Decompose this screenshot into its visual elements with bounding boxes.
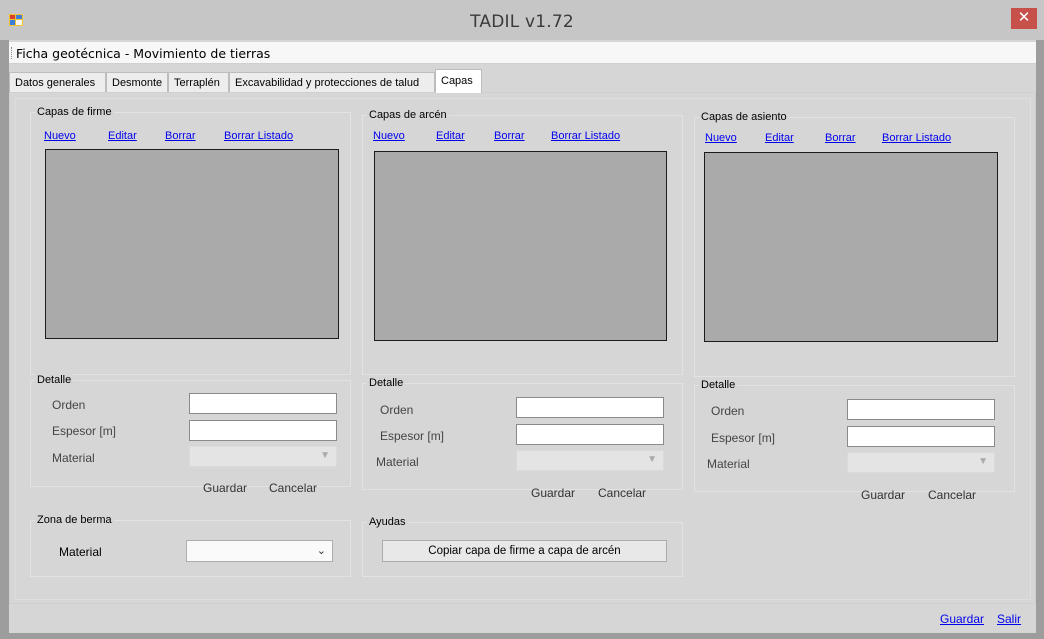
link-nuevo-firme[interactable]: Nuevo	[44, 130, 76, 142]
label-orden-asiento: Orden	[711, 404, 745, 418]
group-title-capas-firme: Capas de firme	[35, 106, 114, 118]
cancelar-button-firme[interactable]: Cancelar	[269, 481, 317, 495]
group-title-ayudas: Ayudas	[367, 516, 408, 528]
input-espesor-firme[interactable]	[189, 420, 337, 441]
chevron-down-icon: ▼	[320, 450, 330, 461]
label-espesor-arcen: Espesor [m]	[380, 429, 445, 443]
link-nuevo-arcen[interactable]: Nuevo	[373, 130, 405, 142]
guardar-button-arcen[interactable]: Guardar	[531, 486, 575, 500]
link-borrar-asiento[interactable]: Borrar	[825, 132, 856, 144]
group-title-detalle-arcen: Detalle	[367, 377, 406, 389]
link-borrar-firme[interactable]: Borrar	[165, 130, 196, 142]
select-material-firme[interactable]: ▼	[189, 446, 337, 467]
tab-desmonte[interactable]: Desmonte	[106, 72, 168, 92]
input-orden-asiento[interactable]	[847, 399, 995, 420]
window-client-area: Ficha geotécnica - Movimiento de tierras…	[9, 40, 1036, 633]
title-bar[interactable]: TADIL v1.72 ✕	[0, 0, 1044, 40]
tab-datos-generales[interactable]: Datos generales	[9, 72, 106, 92]
close-button[interactable]: ✕	[1011, 8, 1037, 29]
group-title-capas-arcen: Capas de arcén	[367, 109, 449, 121]
list-capas-arcen[interactable]	[374, 151, 667, 341]
link-editar-arcen[interactable]: Editar	[436, 130, 465, 142]
select-material-berma[interactable]: ⌄	[186, 540, 333, 562]
link-editar-firme[interactable]: Editar	[108, 130, 137, 142]
group-title-zona-berma: Zona de berma	[35, 514, 114, 526]
link-borrar-listado-firme[interactable]: Borrar Listado	[224, 130, 293, 142]
input-espesor-asiento[interactable]	[847, 426, 995, 447]
menu-item-ficha[interactable]: Ficha geotécnica - Movimiento de tierras	[16, 46, 270, 61]
copy-layer-button[interactable]: Copiar capa de firme a capa de arcén	[382, 540, 667, 562]
link-editar-asiento[interactable]: Editar	[765, 132, 794, 144]
select-material-asiento[interactable]: ▼	[847, 452, 995, 473]
tab-excavabilidad[interactable]: Excavabilidad y protecciones de talud	[229, 72, 435, 92]
label-material-berma: Material	[59, 545, 102, 559]
guardar-button-firme[interactable]: Guardar	[203, 481, 247, 495]
link-borrar-arcen[interactable]: Borrar	[494, 130, 525, 142]
group-title-detalle-asiento: Detalle	[699, 379, 738, 391]
list-capas-asiento[interactable]	[704, 152, 998, 342]
window-title: TADIL v1.72	[470, 12, 574, 32]
menu-grip[interactable]	[11, 47, 13, 59]
link-nuevo-asiento[interactable]: Nuevo	[705, 132, 737, 144]
link-borrar-listado-arcen[interactable]: Borrar Listado	[551, 130, 620, 142]
label-material-firme: Material	[52, 451, 95, 465]
menu-bar: Ficha geotécnica - Movimiento de tierras	[9, 42, 1036, 64]
input-orden-arcen[interactable]	[516, 397, 664, 418]
cancelar-button-asiento[interactable]: Cancelar	[928, 488, 976, 502]
chevron-down-icon: ▼	[647, 454, 657, 465]
input-orden-firme[interactable]	[189, 393, 337, 414]
link-borrar-listado-asiento[interactable]: Borrar Listado	[882, 132, 951, 144]
application-window: TADIL v1.72 ✕ Ficha geotécnica - Movimie…	[0, 0, 1044, 639]
label-espesor-asiento: Espesor [m]	[711, 431, 776, 445]
chevron-down-icon: ▼	[978, 456, 988, 467]
cancelar-button-arcen[interactable]: Cancelar	[598, 486, 646, 500]
label-espesor-firme: Espesor [m]	[52, 424, 117, 438]
footer-bar: Guardar Salir	[9, 605, 1036, 633]
label-material-arcen: Material	[376, 455, 419, 469]
tab-page-capas: Capas de firme Nuevo Editar Borrar Borra…	[9, 92, 1036, 604]
tab-terraplen[interactable]: Terraplén	[168, 72, 229, 92]
footer-guardar-link[interactable]: Guardar	[940, 612, 984, 626]
close-icon: ✕	[1017, 9, 1031, 26]
footer-salir-link[interactable]: Salir	[997, 612, 1021, 626]
label-material-asiento: Material	[707, 457, 750, 471]
tab-capas[interactable]: Capas	[435, 69, 482, 93]
chevron-down-icon: ⌄	[316, 545, 326, 557]
select-material-arcen[interactable]: ▼	[516, 450, 664, 471]
group-title-detalle-firme: Detalle	[35, 374, 74, 386]
guardar-button-asiento[interactable]: Guardar	[861, 488, 905, 502]
label-orden-firme: Orden	[52, 398, 86, 412]
group-title-capas-asiento: Capas de asiento	[699, 111, 789, 123]
list-capas-firme[interactable]	[45, 149, 339, 339]
input-espesor-arcen[interactable]	[516, 424, 664, 445]
label-orden-arcen: Orden	[380, 403, 414, 417]
